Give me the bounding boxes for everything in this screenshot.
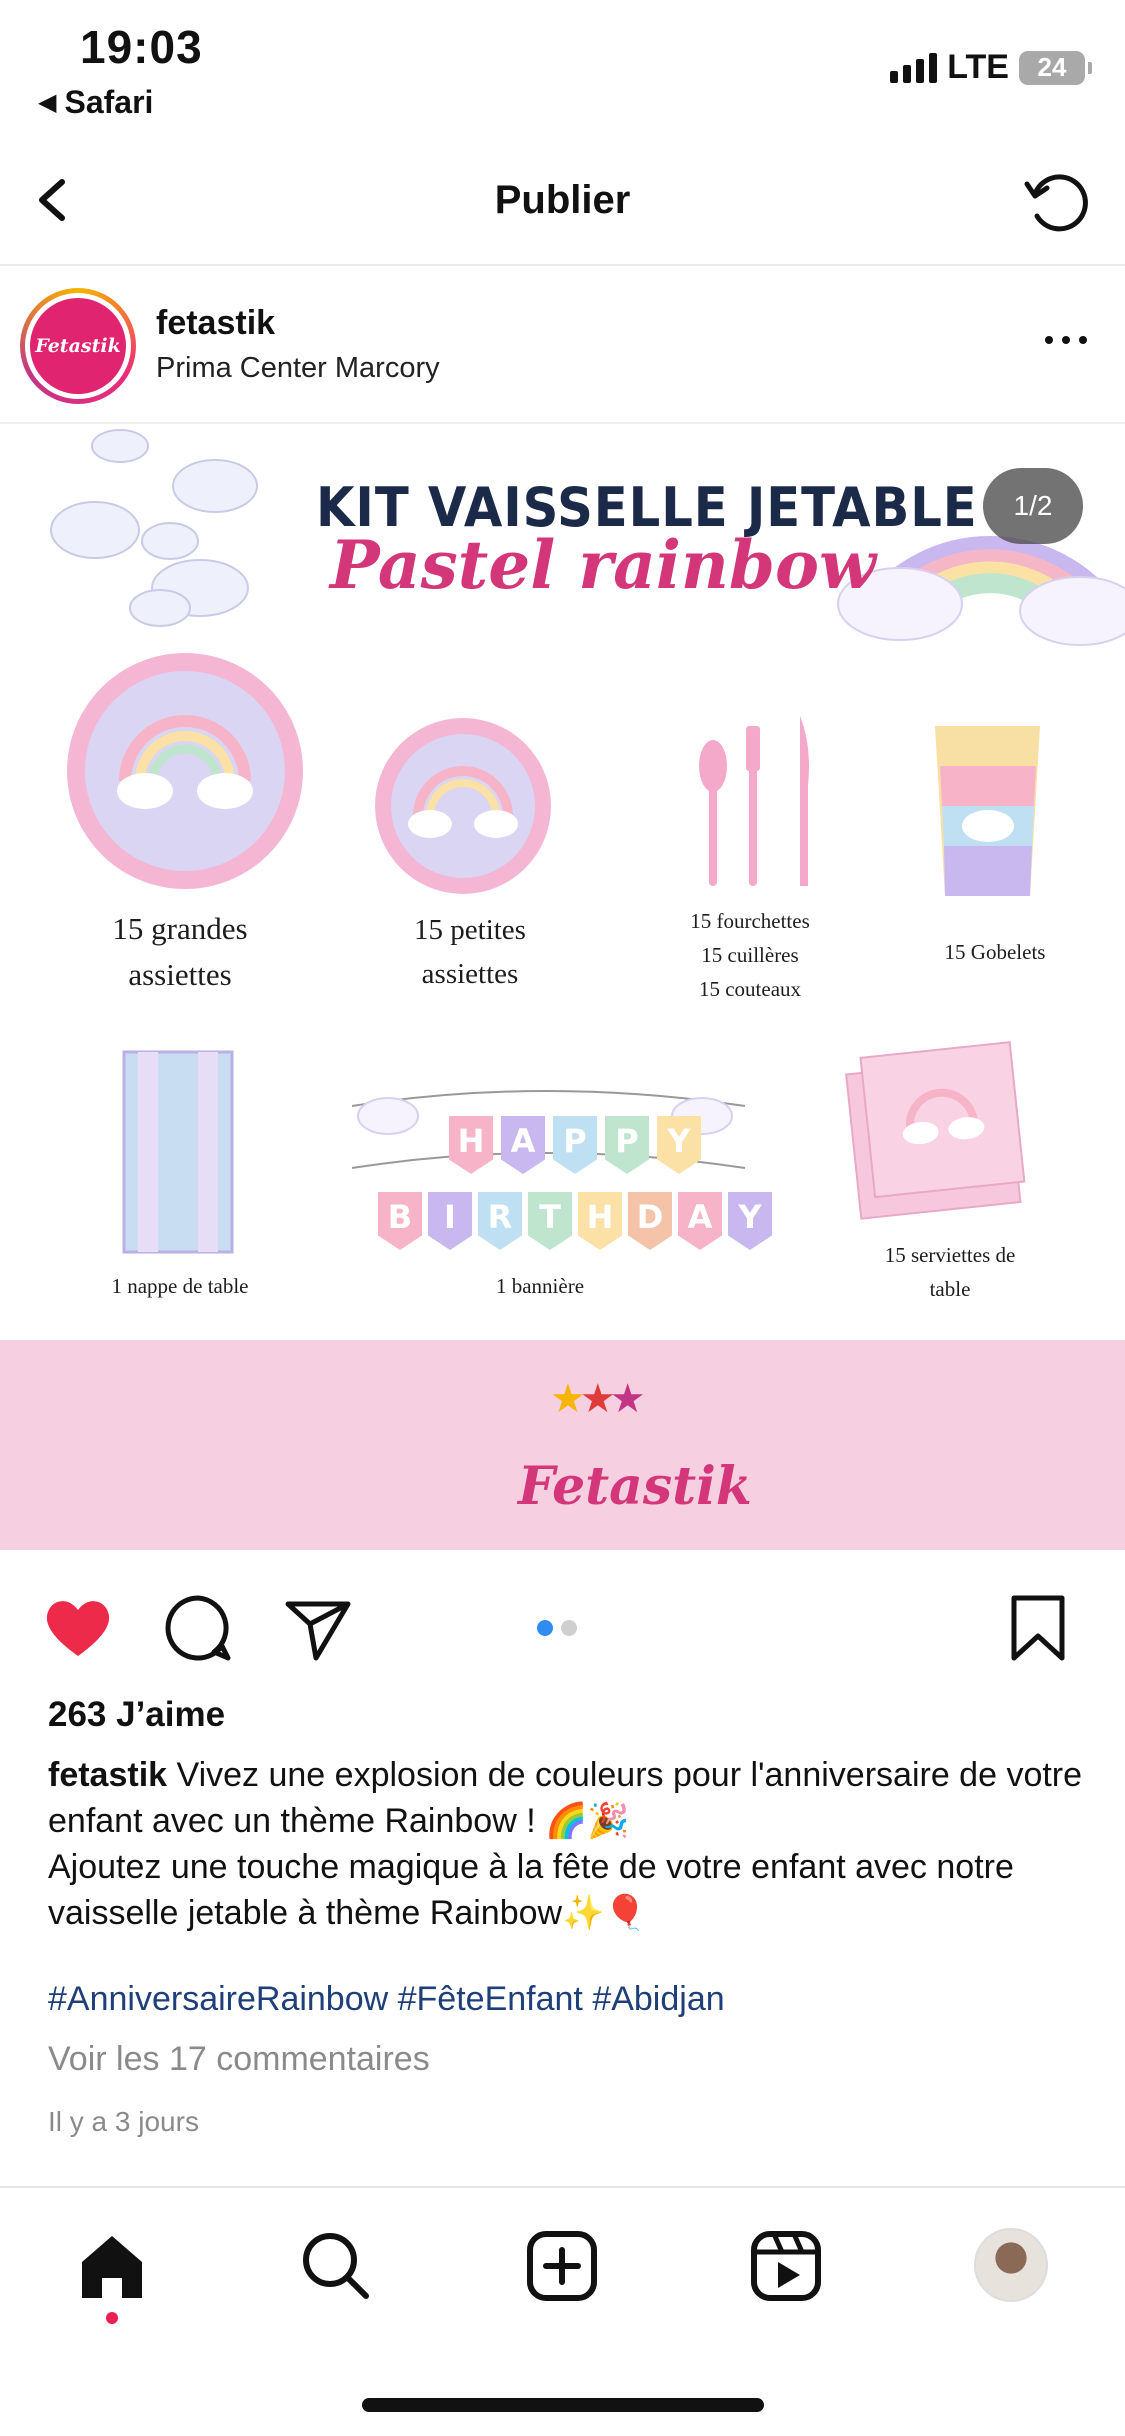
bookmark-icon[interactable] bbox=[1000, 1590, 1076, 1666]
caption-text-1: Vivez une explosion de couleurs pour l'a… bbox=[48, 1756, 1083, 1840]
small-plates-caption: 15 petites assiettes bbox=[370, 908, 570, 996]
brand-stars-icon: ★★★ bbox=[550, 1377, 646, 1421]
spoons-label: 15 cuillères bbox=[701, 943, 799, 967]
avatar-logo: Fetastik bbox=[30, 298, 126, 394]
big-plates-line2: assiettes bbox=[128, 957, 232, 992]
home-indicator bbox=[362, 2398, 764, 2412]
banner-flag: D bbox=[628, 1192, 672, 1250]
napkins-caption: 15 serviettes de table bbox=[850, 1238, 1050, 1306]
post-header: Fetastik fetastik Prima Center Marcory bbox=[0, 268, 1125, 424]
home-active-dot bbox=[106, 2312, 118, 2324]
post-time-ago: Il y a 3 jours bbox=[48, 2106, 199, 2137]
more-options-icon[interactable] bbox=[1045, 336, 1087, 344]
carousel-dots bbox=[537, 1620, 577, 1636]
cutlery-caption: 15 fourchettes 15 cuillères 15 couteaux bbox=[650, 904, 850, 1006]
account-avatar[interactable]: Fetastik bbox=[20, 288, 136, 404]
search-icon[interactable] bbox=[296, 2226, 376, 2306]
banner-flag: A bbox=[678, 1192, 722, 1250]
banner-flag: T bbox=[528, 1192, 572, 1250]
comment-icon[interactable] bbox=[160, 1590, 236, 1666]
banner-flag: P bbox=[605, 1116, 649, 1174]
back-app-label: Safari bbox=[64, 84, 154, 120]
refresh-icon[interactable] bbox=[1017, 162, 1097, 242]
big-plates-line1: 15 grandes bbox=[112, 911, 248, 946]
carousel-dot bbox=[561, 1620, 577, 1636]
back-arrow-icon: ◀ bbox=[38, 89, 57, 116]
banner-flag: Y bbox=[657, 1116, 701, 1174]
home-icon[interactable] bbox=[72, 2226, 152, 2306]
post-actions bbox=[0, 1570, 1125, 1680]
banner-flag: H bbox=[578, 1192, 622, 1250]
image-subtitle: Pastel rainbow bbox=[330, 526, 876, 604]
back-to-app[interactable]: ◀ Safari bbox=[38, 84, 153, 121]
post-username[interactable]: fetastik bbox=[156, 304, 275, 343]
signal-icon bbox=[890, 52, 938, 83]
birthday-banner: HAPPY BIRTHDAY bbox=[378, 1116, 772, 1250]
banner-row-happy: HAPPY bbox=[420, 1116, 730, 1174]
page-title: Publier bbox=[494, 178, 631, 222]
big-plates-caption: 15 grandes assiettes bbox=[80, 906, 280, 998]
heart-icon[interactable] bbox=[40, 1590, 116, 1666]
carousel-dot-active bbox=[537, 1620, 553, 1636]
battery-icon: 24 bbox=[1019, 50, 1092, 85]
status-indicators: LTE 24 bbox=[890, 48, 1092, 87]
profile-avatar[interactable] bbox=[974, 2228, 1048, 2302]
post-location[interactable]: Prima Center Marcory bbox=[156, 352, 440, 385]
knives-label: 15 couteaux bbox=[698, 977, 802, 1001]
status-bar: 19:03 ◀ Safari LTE 24 bbox=[0, 0, 1125, 140]
caption-username[interactable]: fetastik bbox=[48, 1756, 167, 1794]
banner-flag: P bbox=[553, 1116, 597, 1174]
network-type: LTE bbox=[947, 48, 1009, 86]
napkins-line2: table bbox=[929, 1277, 971, 1301]
banner-flag: Y bbox=[728, 1192, 772, 1250]
banner-caption: 1 bannière bbox=[495, 1274, 585, 1298]
tablecloth-caption: 1 nappe de table bbox=[111, 1274, 249, 1298]
share-icon[interactable] bbox=[280, 1590, 356, 1666]
post-image[interactable]: 1/2 KIT VAISSELLE JETABLE Pastel rainbow… bbox=[0, 426, 1125, 1550]
small-plates-line2: assiettes bbox=[421, 958, 519, 990]
brand-logo: Fetastik bbox=[518, 1456, 752, 1517]
banner-row-birthday: BIRTHDAY bbox=[360, 1192, 790, 1250]
banner-flag: I bbox=[428, 1192, 472, 1250]
banner-flag: B bbox=[378, 1192, 422, 1250]
hashtags[interactable]: #AnniversaireRainbow #FêteEnfant #Abidja… bbox=[48, 1980, 725, 2019]
reels-icon[interactable] bbox=[746, 2226, 826, 2306]
napkins-line1: 15 serviettes de bbox=[884, 1243, 1016, 1267]
small-plates-line1: 15 petites bbox=[414, 914, 526, 946]
pink-band bbox=[0, 1340, 1125, 1550]
banner-flag: R bbox=[478, 1192, 522, 1250]
battery-level: 24 bbox=[1037, 52, 1067, 82]
caption-text-2: Ajoutez une touche magique à la fête de … bbox=[48, 1848, 1014, 1932]
view-comments-link[interactable]: Voir les 17 commentaires bbox=[48, 2040, 430, 2079]
cups-caption: 15 Gobelets bbox=[944, 940, 1046, 964]
top-nav: Publier bbox=[0, 150, 1125, 266]
likes-count[interactable]: 263 J’aime bbox=[48, 1695, 225, 1735]
banner-flag: A bbox=[501, 1116, 545, 1174]
banner-flag: H bbox=[449, 1116, 493, 1174]
forks-label: 15 fourchettes bbox=[690, 909, 810, 933]
add-post-icon[interactable] bbox=[522, 2226, 602, 2306]
status-time: 19:03 bbox=[80, 21, 203, 73]
post-caption: fetastik Vivez une explosion de couleurs… bbox=[48, 1752, 1088, 1936]
carousel-page-indicator: 1/2 bbox=[983, 468, 1083, 544]
